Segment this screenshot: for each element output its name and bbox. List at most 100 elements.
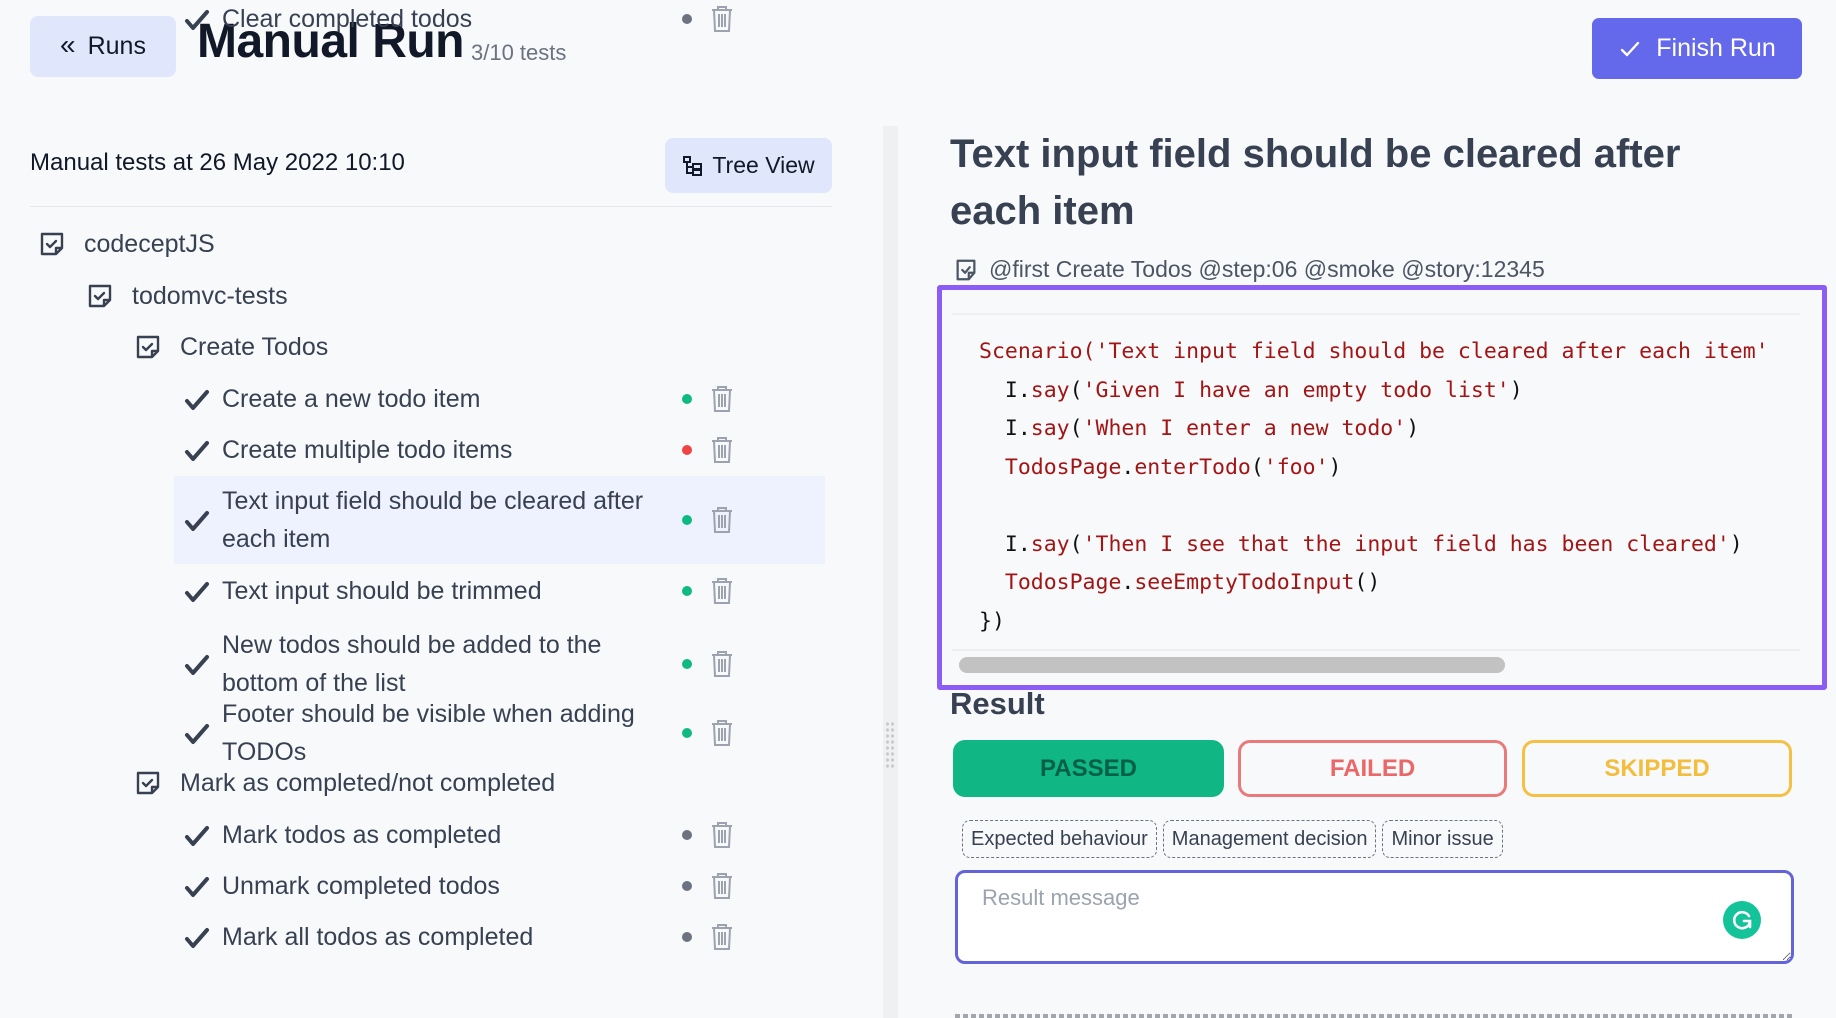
code-token: say [1030,377,1070,403]
code-token: TodosPage [979,570,1122,595]
code-token: ( [1069,377,1083,403]
test-item[interactable]: Create multiple todo items [174,431,825,469]
test-title: Text input field should be cleared after… [950,132,1681,233]
skipped-button[interactable]: SKIPPED [1522,740,1792,797]
scrollbar-thumb[interactable] [959,657,1505,673]
code-token: 'Then I see that the input field has bee… [1082,531,1730,557]
test-label: Text input field should be cleared after… [222,487,644,553]
trash-icon[interactable] [710,872,734,900]
trash-icon[interactable] [710,821,734,849]
folder-label: Create Todos [180,332,329,361]
test-label: Text input should be trimmed [222,577,542,605]
result-reason-chips: Expected behaviour Management decision M… [962,820,1503,858]
tree-structure-icon [683,155,703,176]
code-token: seeEmptyTodoInput [1134,570,1355,595]
code-token: ) [1509,377,1523,403]
folder-label: Mark as completed/not completed [180,768,556,797]
folder-label: codeceptJS [84,229,215,258]
code-token: 'When I enter a new todo' [1082,416,1407,441]
back-to-runs-label: Runs [87,32,146,60]
chip-minor-issue[interactable]: Minor issue [1382,820,1503,858]
finish-run-button[interactable]: Finish Run [1592,18,1802,79]
tags-text: @first Create Todos @step:06 @smoke @sto… [989,256,1545,282]
code-token: TodosPage [979,454,1122,480]
code-token: () [1354,570,1381,595]
status-dot-icon [682,659,692,669]
code-token: say [1030,416,1070,441]
chip-management-decision[interactable]: Management decision [1162,820,1377,858]
code-token: say [1030,531,1070,557]
test-item[interactable]: Create a new todo item [174,380,825,418]
status-dot-icon [682,830,692,840]
code-token: }) [979,608,1005,634]
code-token: 'Text input field should be cleared afte… [1095,339,1769,364]
test-item[interactable]: Clear completed todos [174,0,825,38]
result-heading: Result [950,686,1045,721]
test-label: New todos should be added to the bottom … [222,631,602,697]
test-label: Mark all todos as completed [222,923,534,951]
test-item[interactable]: Footer should be visible when adding TOD… [174,700,825,766]
test-label: Mark todos as completed [222,821,502,849]
panel-resize-handle[interactable] [883,126,898,1018]
checklist-icon [86,282,114,310]
trash-icon[interactable] [710,719,734,747]
result-message-input[interactable] [955,870,1794,964]
code-token: . [1121,454,1135,480]
tree-folder[interactable]: Mark as completed/not completed [134,765,555,801]
check-icon [1621,41,1640,56]
code-token: I. [979,531,1031,557]
test-tags: @first Create Todos @step:06 @smoke @sto… [953,256,1545,283]
test-item[interactable]: Text input should be trimmed [174,572,825,610]
checklist-icon [134,333,162,361]
trash-icon[interactable] [710,5,734,33]
test-label: Create a new todo item [222,385,481,413]
code-horizontal-scrollbar[interactable] [952,649,1800,679]
check-icon [184,507,210,533]
trash-icon[interactable] [710,385,734,413]
check-icon [184,386,210,412]
check-icon [184,437,210,463]
section-divider [955,1014,1795,1018]
test-label: Unmark completed todos [222,872,500,900]
code-token: Scenario( [979,339,1096,364]
test-item[interactable]: Mark all todos as completed [174,918,825,956]
check-icon [184,720,210,746]
status-dot-icon [682,586,692,596]
failed-button[interactable]: FAILED [1238,740,1507,797]
tree-folder[interactable]: codeceptJS [38,226,215,262]
checklist-icon [134,769,162,797]
test-label: Footer should be visible when adding TOD… [222,700,635,766]
passed-button[interactable]: PASSED [953,740,1224,797]
code-token: ( [1250,454,1264,480]
check-icon [184,924,210,950]
test-item[interactable]: Mark todos as completed [174,816,825,854]
trash-icon[interactable] [710,577,734,605]
code-token: enterTodo [1134,454,1251,480]
check-icon [184,873,210,899]
chip-expected-behaviour[interactable]: Expected behaviour [962,820,1157,858]
test-item[interactable]: Unmark completed todos [174,867,825,905]
code-token: ) [1406,416,1420,441]
code-token: 'foo' [1263,454,1329,480]
test-item-selected[interactable]: Text input field should be cleared after… [174,476,825,564]
grammarly-icon[interactable] [1723,901,1761,939]
trash-icon[interactable] [710,436,734,464]
trash-icon[interactable] [710,923,734,951]
code-token: ( [1069,416,1083,441]
check-icon [184,822,210,848]
tree-view-button[interactable]: Tree View [665,138,832,193]
test-label: Create multiple todo items [222,436,513,464]
divider [30,206,832,207]
tree-folder[interactable]: todomvc-tests [86,278,288,314]
status-dot-icon [682,728,692,738]
finish-run-label: Finish Run [1656,34,1776,62]
code-token: ) [1729,531,1743,557]
check-icon [184,651,210,677]
checklist-icon [38,230,66,258]
status-dot-icon [682,515,692,525]
folder-label: todomvc-tests [132,281,288,310]
back-to-runs-button[interactable]: « Runs [30,16,176,77]
trash-icon[interactable] [710,506,734,534]
trash-icon[interactable] [710,650,734,678]
tree-folder[interactable]: Create Todos [134,329,328,365]
